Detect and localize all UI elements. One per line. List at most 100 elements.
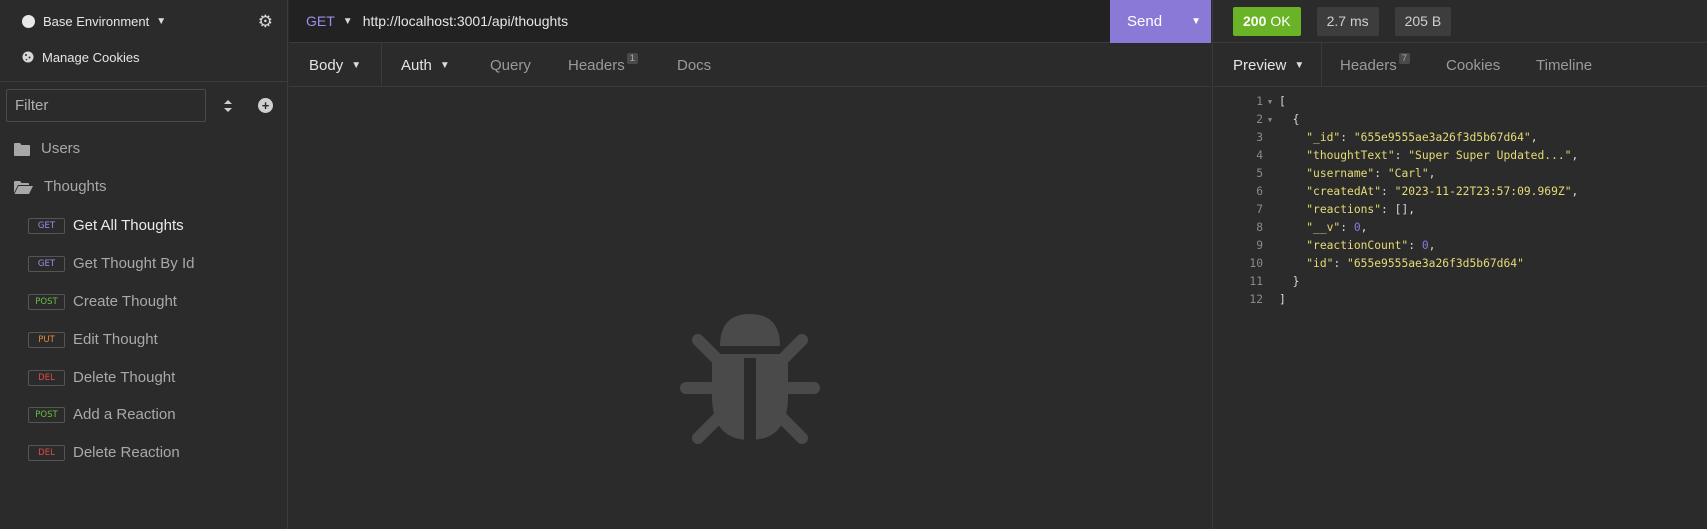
line-number: 9 bbox=[1256, 239, 1263, 252]
code-line: 12] bbox=[1213, 291, 1578, 309]
send-options-caret-icon[interactable]: ▼ bbox=[1191, 16, 1201, 27]
json-value: "Super Super Updated..." bbox=[1408, 149, 1572, 162]
manage-cookies-label: Manage Cookies bbox=[42, 49, 140, 65]
environment-selector[interactable]: Base Environment ▼ ⚙ bbox=[0, 0, 287, 43]
sort-icon[interactable] bbox=[222, 97, 234, 115]
manage-cookies-button[interactable]: Manage Cookies bbox=[0, 43, 287, 71]
json-key: "username" bbox=[1306, 167, 1375, 180]
json-key: "id" bbox=[1306, 257, 1334, 270]
fold-toggle-icon bbox=[1265, 255, 1275, 273]
fold-toggle-icon bbox=[1265, 273, 1275, 291]
code-line: 10 "id": "655e9555ae3a26f3d5b67d64" bbox=[1213, 255, 1578, 273]
json-key: "_id" bbox=[1306, 131, 1341, 144]
tab-headers[interactable]: Headers 1 bbox=[568, 43, 638, 87]
filter-row: + bbox=[6, 89, 282, 122]
method-badge: GET bbox=[28, 217, 65, 234]
method-selector[interactable]: GET bbox=[306, 13, 335, 29]
method-badge: GET bbox=[28, 255, 65, 272]
gear-icon[interactable]: ⚙ bbox=[258, 12, 273, 32]
tab-response-headers[interactable]: Headers 7 bbox=[1340, 43, 1410, 87]
tab-label: Headers bbox=[1340, 56, 1397, 74]
json-key: "reactions" bbox=[1306, 203, 1382, 216]
status-badge: 200 OK bbox=[1233, 6, 1301, 36]
fold-toggle-icon bbox=[1265, 201, 1275, 219]
json-key: "createdAt" bbox=[1306, 185, 1382, 198]
tab-label: Auth bbox=[401, 56, 432, 74]
send-button[interactable]: Send ▼ bbox=[1110, 0, 1211, 43]
tab-query[interactable]: Query bbox=[490, 43, 531, 87]
request-name: Delete Reaction bbox=[73, 444, 180, 461]
method-badge: DEL bbox=[28, 369, 65, 386]
folder-closed-icon bbox=[14, 142, 30, 156]
method-badge: PUT bbox=[28, 331, 65, 348]
add-plus-icon[interactable]: + bbox=[258, 98, 273, 113]
request-item-add-a-reaction[interactable]: POST Add a Reaction bbox=[28, 406, 176, 423]
response-panel: 200 OK 2.7 ms 205 B Preview ▼ Headers 7 … bbox=[1212, 0, 1707, 529]
request-item-delete-reaction[interactable]: DEL Delete Reaction bbox=[28, 444, 180, 461]
code-line: 6 "createdAt": "2023-11-22T23:57:09.969Z… bbox=[1213, 183, 1578, 201]
request-item-delete-thought[interactable]: DEL Delete Thought bbox=[28, 369, 175, 386]
tab-label: Docs bbox=[677, 56, 712, 74]
code-line: 3 "_id": "655e9555ae3a26f3d5b67d64", bbox=[1213, 129, 1578, 147]
json-value: 0 bbox=[1421, 239, 1429, 252]
tab-body[interactable]: Body ▼ bbox=[289, 43, 382, 87]
url-input[interactable]: http://localhost:3001/api/thoughts bbox=[363, 13, 568, 29]
caret-down-icon: ▼ bbox=[439, 59, 450, 71]
code-text: "username": "Carl", bbox=[1306, 167, 1436, 180]
code-text: { bbox=[1279, 113, 1300, 126]
environment-dot-icon bbox=[22, 15, 35, 28]
request-item-get-all-thoughts[interactable]: GET Get All Thoughts bbox=[28, 217, 184, 234]
json-key: "thoughtText" bbox=[1306, 149, 1395, 162]
request-name: Delete Thought bbox=[73, 369, 176, 386]
folder-label: Thoughts bbox=[44, 178, 107, 195]
json-value: 0 bbox=[1353, 221, 1361, 234]
sidebar: Base Environment ▼ ⚙ Manage Cookies + Us… bbox=[0, 0, 288, 529]
code-line: 4 "thoughtText": "Super Super Updated...… bbox=[1213, 147, 1578, 165]
request-name: Get All Thoughts bbox=[73, 217, 184, 234]
fold-toggle-icon[interactable]: ▼ bbox=[1265, 93, 1275, 111]
code-line: 9 "reactionCount": 0, bbox=[1213, 237, 1578, 255]
fold-toggle-icon bbox=[1265, 129, 1275, 147]
response-status-bar: 200 OK 2.7 ms 205 B bbox=[1213, 0, 1707, 43]
fold-toggle-icon bbox=[1265, 237, 1275, 255]
request-item-edit-thought[interactable]: PUT Edit Thought bbox=[28, 331, 158, 348]
request-name: Create Thought bbox=[73, 293, 177, 310]
code-text: "thoughtText": "Super Super Updated...", bbox=[1306, 149, 1579, 162]
caret-down-icon[interactable]: ▼ bbox=[343, 16, 353, 27]
bug-icon bbox=[680, 314, 820, 444]
line-number: 3 bbox=[1256, 131, 1263, 144]
caret-down-icon: ▼ bbox=[351, 59, 362, 71]
code-text: "__v": 0, bbox=[1306, 221, 1368, 234]
request-name: Get Thought By Id bbox=[73, 255, 195, 272]
method-badge: POST bbox=[28, 293, 65, 310]
code-text: [ bbox=[1279, 95, 1286, 108]
json-value: "Carl" bbox=[1387, 167, 1429, 180]
json-value: "655e9555ae3a26f3d5b67d64" bbox=[1353, 131, 1531, 144]
line-number: 7 bbox=[1256, 203, 1263, 216]
code-text: "_id": "655e9555ae3a26f3d5b67d64", bbox=[1306, 131, 1538, 144]
status-code: 200 bbox=[1243, 13, 1267, 29]
fold-toggle-icon[interactable]: ▼ bbox=[1265, 111, 1275, 129]
filter-input[interactable] bbox=[6, 89, 206, 122]
tab-auth[interactable]: Auth ▼ bbox=[401, 43, 450, 87]
fold-toggle-icon bbox=[1265, 165, 1275, 183]
code-line: 2 ▼ { bbox=[1213, 111, 1578, 129]
tab-timeline[interactable]: Timeline bbox=[1536, 43, 1592, 87]
environment-label: Base Environment bbox=[43, 14, 150, 29]
request-item-create-thought[interactable]: POST Create Thought bbox=[28, 293, 177, 310]
tab-cookies[interactable]: Cookies bbox=[1446, 43, 1500, 87]
tab-docs[interactable]: Docs bbox=[677, 43, 711, 87]
folder-thoughts[interactable]: Thoughts bbox=[14, 178, 107, 195]
tab-preview[interactable]: Preview ▼ bbox=[1213, 43, 1322, 87]
send-label: Send bbox=[1127, 13, 1163, 30]
cookie-icon bbox=[22, 51, 34, 63]
request-name: Add a Reaction bbox=[73, 406, 176, 423]
url-bar: GET ▼ http://localhost:3001/api/thoughts… bbox=[289, 0, 1211, 43]
status-text: OK bbox=[1270, 13, 1291, 29]
fold-toggle-icon bbox=[1265, 219, 1275, 237]
json-preview[interactable]: 1 ▼[2 ▼ {3 "_id": "655e9555ae3a26f3d5b67d6… bbox=[1213, 93, 1578, 309]
folder-users[interactable]: Users bbox=[14, 140, 80, 157]
response-time-badge: 2.7 ms bbox=[1316, 6, 1379, 36]
request-item-get-thought-by-id[interactable]: GET Get Thought By Id bbox=[28, 255, 194, 272]
code-line: 8 "__v": 0, bbox=[1213, 219, 1578, 237]
